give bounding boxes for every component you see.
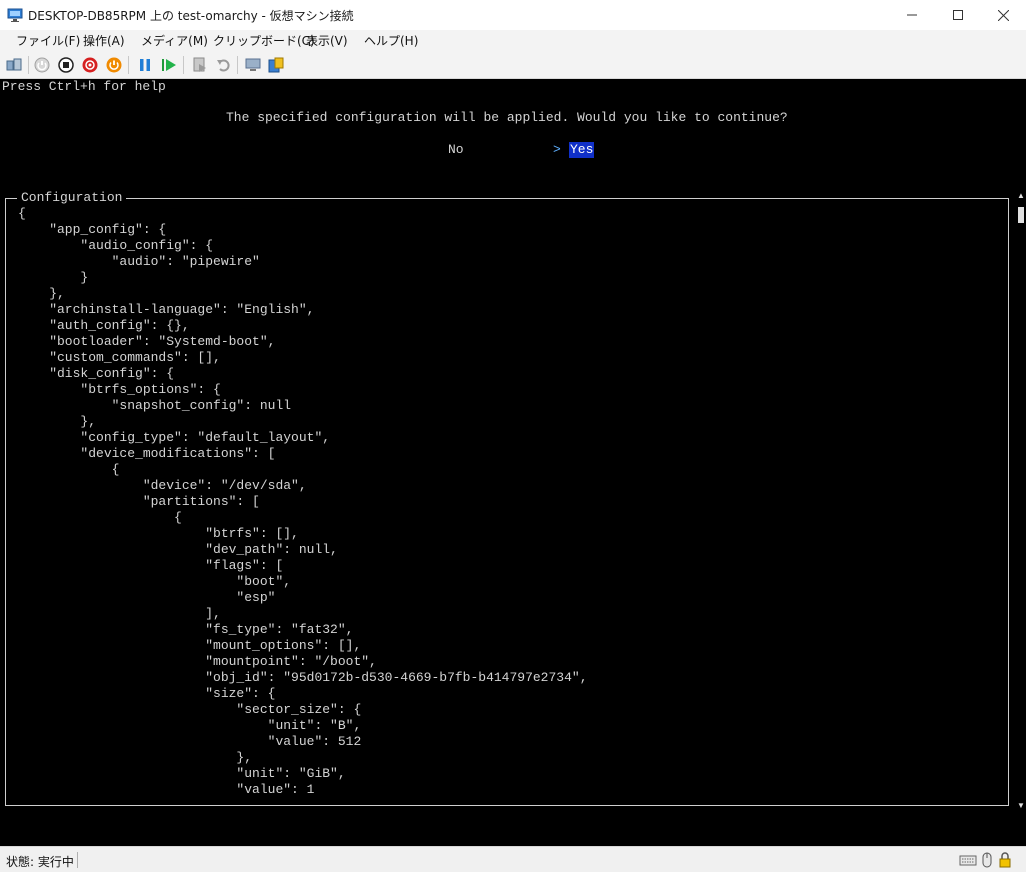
config-line: "device_modifications": [ xyxy=(18,446,276,461)
menu-help[interactable]: ヘルプ(H) xyxy=(364,32,418,49)
selection-arrow-icon: > xyxy=(553,142,561,157)
scroll-down-icon[interactable]: ▼ xyxy=(1016,801,1026,811)
config-line: "fs_type": "fat32", xyxy=(18,622,354,637)
ctrl-alt-del-icon[interactable] xyxy=(5,56,23,74)
shutdown-icon[interactable] xyxy=(81,56,99,74)
menu-clipboard[interactable]: クリップボード(C) xyxy=(213,32,315,49)
menu-bar: ファイル(F) 操作(A) メディア(M) クリップボード(C) 表示(V) ヘ… xyxy=(0,30,1026,51)
config-line: "size": { xyxy=(18,686,276,701)
configuration-scrollbar[interactable]: ▲ ▼ xyxy=(1016,191,1026,811)
config-line: "custom_commands": [], xyxy=(18,350,221,365)
close-button[interactable] xyxy=(980,0,1026,30)
config-line: "sector_size": { xyxy=(18,702,362,717)
config-line: }, xyxy=(18,414,97,429)
config-line: "mountpoint": "/boot", xyxy=(18,654,377,669)
config-line: "obj_id": "95d0172b-d530-4669-b7fb-b4147… xyxy=(18,670,588,685)
config-line: "app_config": { xyxy=(18,222,167,237)
config-line: "device": "/dev/sda", xyxy=(18,478,307,493)
status-bar: 状態: 実行中 xyxy=(0,846,1026,872)
configuration-title: Configuration xyxy=(17,190,127,206)
config-line: { xyxy=(18,206,26,221)
option-yes[interactable]: Yes xyxy=(569,142,595,158)
config-line: "btrfs": [], xyxy=(18,526,299,541)
config-line: ], xyxy=(18,606,221,621)
save-icon[interactable] xyxy=(105,56,123,74)
config-line: { xyxy=(18,510,182,525)
config-line: "boot", xyxy=(18,574,292,589)
config-line: "mount_options": [], xyxy=(18,638,362,653)
close-icon xyxy=(997,9,1009,21)
config-line: }, xyxy=(18,750,253,765)
config-line: "value": 1 xyxy=(18,782,315,797)
enhanced-session-icon[interactable] xyxy=(244,56,262,74)
menu-file[interactable]: ファイル(F) xyxy=(16,32,80,49)
config-line: { xyxy=(18,462,120,477)
config-line: "flags": [ xyxy=(18,558,284,573)
config-line: } xyxy=(18,270,89,285)
toolbar-separator xyxy=(128,56,129,74)
maximize-icon xyxy=(953,10,963,20)
menu-view[interactable]: 表示(V) xyxy=(306,32,348,49)
config-line: "partitions": [ xyxy=(18,494,260,509)
config-line: "disk_config": { xyxy=(18,366,175,381)
mouse-icon xyxy=(982,852,992,868)
config-line: "archinstall-language": "English", xyxy=(18,302,315,317)
config-line: "snapshot_config": null xyxy=(18,398,292,413)
config-line: "bootloader": "Systemd-boot", xyxy=(18,334,276,349)
turn-off-icon[interactable] xyxy=(57,56,75,74)
option-no[interactable]: No xyxy=(448,142,464,158)
confirm-question: The specified configuration will be appl… xyxy=(226,110,788,125)
config-line: "unit": "B", xyxy=(18,718,362,733)
keyboard-icon xyxy=(959,855,977,866)
config-line: "audio": "pipewire" xyxy=(18,254,260,269)
start-icon[interactable] xyxy=(33,56,51,74)
scroll-thumb[interactable] xyxy=(1018,207,1024,223)
lock-icon xyxy=(999,852,1011,868)
minimize-icon xyxy=(907,14,917,16)
window-title: DESKTOP-DB85RPM 上の test-omarchy - 仮想マシン接… xyxy=(28,9,354,23)
checkpoint-icon[interactable] xyxy=(191,56,209,74)
title-bar: DESKTOP-DB85RPM 上の test-omarchy - 仮想マシン接… xyxy=(0,0,1026,30)
vm-status: 状態: 実行中 xyxy=(6,855,74,869)
config-line: "esp" xyxy=(18,590,276,605)
config-line: "audio_config": { xyxy=(18,238,214,253)
scroll-up-icon[interactable]: ▲ xyxy=(1016,191,1026,201)
config-line: "dev_path": null, xyxy=(18,542,338,557)
config-line: }, xyxy=(18,286,65,301)
toolbar-separator xyxy=(183,56,184,74)
configuration-json: { "app_config": { "audio_config": { "aud… xyxy=(18,206,588,798)
toolbar-separator xyxy=(237,56,238,74)
help-hint: Press Ctrl+h for help xyxy=(2,79,166,94)
toolbar-separator xyxy=(28,56,29,74)
resume-icon[interactable] xyxy=(160,56,178,74)
minimize-button[interactable] xyxy=(889,0,935,30)
config-line: "unit": "GiB", xyxy=(18,766,346,781)
config-line: "auth_config": {}, xyxy=(18,318,190,333)
menu-media[interactable]: メディア(M) xyxy=(141,32,208,49)
vm-console[interactable]: Press Ctrl+h for help The specified conf… xyxy=(0,79,1026,846)
config-line: "btrfs_options": { xyxy=(18,382,221,397)
config-line: "value": 512 xyxy=(18,734,362,749)
revert-icon[interactable] xyxy=(215,56,233,74)
vm-connect-icon xyxy=(7,8,23,22)
maximize-button[interactable] xyxy=(935,0,981,30)
share-icon[interactable] xyxy=(267,56,285,74)
status-separator xyxy=(77,852,78,868)
toolbar xyxy=(0,51,1026,79)
config-line: "config_type": "default_layout", xyxy=(18,430,331,445)
menu-action[interactable]: 操作(A) xyxy=(83,32,125,49)
pause-icon[interactable] xyxy=(136,56,154,74)
